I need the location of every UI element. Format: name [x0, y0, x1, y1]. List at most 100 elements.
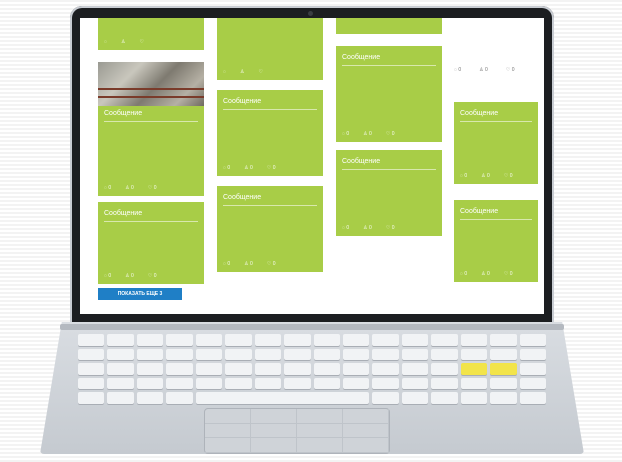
- key: [490, 392, 517, 404]
- comment-icon: ◌ 0: [104, 185, 112, 191]
- message-card[interactable]: ◌ ♙ ♡: [217, 18, 323, 80]
- key: [78, 377, 105, 390]
- key: [342, 348, 370, 361]
- heart-icon: ♡ 0: [503, 271, 513, 277]
- heart-icon: ♡ 0: [503, 173, 513, 179]
- key: [78, 348, 105, 361]
- key: [401, 392, 429, 404]
- key: [136, 334, 164, 346]
- card-icons: ◌ 0 ♙ 0 ♡ 0: [460, 271, 512, 277]
- heart-icon: ♡ 0: [266, 261, 276, 267]
- message-card[interactable]: Сообщение ◌ 0 ♙ 0 ♡ 0: [454, 102, 538, 184]
- comment-icon: ◌ 0: [342, 225, 350, 231]
- key: [431, 363, 458, 375]
- key: [431, 348, 458, 361]
- card-icons: ◌ ♙ ♡: [223, 69, 263, 75]
- heart-icon: ♡ 0: [266, 165, 276, 171]
- key: [431, 392, 458, 404]
- key: [431, 334, 458, 346]
- message-card[interactable]: Сообщение ◌ 0 ♙ 0 ♡ 0: [454, 200, 538, 282]
- heart-icon: ♡: [139, 39, 144, 45]
- message-card[interactable]: Сообщение ◌ 0 ♙ 0 ♡ 0: [217, 90, 323, 176]
- heart-icon: ♡ 0: [505, 67, 515, 73]
- message-card[interactable]: Сообщение ◌ 0 ♙ 0 ♡ 0: [336, 150, 442, 236]
- key: [195, 334, 223, 346]
- key: [254, 334, 282, 346]
- message-card[interactable]: [336, 18, 442, 34]
- laptop-hinge: [60, 324, 564, 330]
- like-icon: ♙ 0: [125, 185, 134, 191]
- camera-icon: [308, 11, 313, 16]
- key-highlighted: [490, 363, 517, 375]
- key: [166, 334, 193, 346]
- key: [313, 348, 340, 361]
- text-card[interactable]: ◌ 0 ♙ 0 ♡ 0: [454, 20, 538, 90]
- key: [460, 348, 488, 361]
- key: [519, 334, 546, 346]
- key: [372, 363, 399, 375]
- key: [490, 334, 517, 346]
- key: [342, 334, 370, 346]
- comment-icon: ◌ 0: [460, 173, 468, 179]
- card-icons: ◌ ♙ ♡: [104, 39, 144, 45]
- key: [78, 334, 105, 346]
- key: [166, 363, 193, 375]
- laptop-lid: ◌ ♙ ♡ Сообщение ◌ 0 ♙ 0 ♡ 0 Сообщение ◌ …: [70, 6, 554, 328]
- key: [431, 377, 458, 390]
- text-card-body: [454, 20, 538, 60]
- card-title: Сообщение: [342, 158, 381, 165]
- card-icons: ◌ 0 ♙ 0 ♡ 0: [223, 261, 275, 267]
- message-card[interactable]: Сообщение ◌ 0 ♙ 0 ♡ 0: [336, 46, 442, 142]
- card-photo: [98, 62, 204, 106]
- key: [107, 392, 134, 404]
- key: [166, 377, 193, 390]
- key: [284, 348, 311, 361]
- key: [254, 348, 282, 361]
- like-icon: ♙ 0: [363, 225, 372, 231]
- card-icons: ◌ 0 ♙ 0 ♡ 0: [460, 173, 512, 179]
- heart-icon: ♡ 0: [385, 225, 395, 231]
- keyboard: [78, 334, 546, 404]
- key: [284, 363, 311, 375]
- key: [225, 377, 252, 390]
- like-icon: ♙ 0: [363, 131, 372, 137]
- key: [107, 363, 134, 375]
- key: [313, 377, 340, 390]
- show-more-button[interactable]: ПОКАЗАТЬ ЕЩЕ 3: [98, 288, 182, 300]
- card-icons: ◌ 0 ♙ 0 ♡ 0: [223, 165, 275, 171]
- key: [195, 363, 223, 375]
- card-icons: ◌ 0 ♙ 0 ♡ 0: [104, 185, 156, 191]
- key: [519, 363, 546, 375]
- like-icon: ♙ 0: [244, 165, 253, 171]
- card-title: Сообщение: [223, 194, 262, 201]
- key: [107, 334, 134, 346]
- message-card[interactable]: Сообщение ◌ 0 ♙ 0 ♡ 0: [98, 62, 204, 196]
- comment-icon: ◌ 0: [342, 131, 350, 137]
- comment-icon: ◌ 0: [223, 261, 231, 267]
- touchpad: [204, 408, 390, 454]
- card-icons: ◌ 0 ♙ 0 ♡ 0: [104, 273, 156, 279]
- like-icon: ♙ 0: [481, 173, 490, 179]
- like-icon: ♙ 0: [479, 67, 488, 73]
- message-card[interactable]: ◌ ♙ ♡: [98, 18, 204, 50]
- key: [313, 363, 340, 375]
- comment-icon: ◌: [104, 39, 107, 45]
- like-icon: ♙: [239, 69, 245, 75]
- comment-icon: ◌: [223, 69, 226, 75]
- message-card[interactable]: Сообщение ◌ 0 ♙ 0 ♡ 0: [217, 186, 323, 272]
- key: [372, 392, 399, 404]
- comment-icon: ◌ 0: [104, 273, 112, 279]
- key: [284, 377, 311, 390]
- key: [460, 377, 488, 390]
- key: [490, 377, 517, 390]
- key: [342, 363, 370, 375]
- key: [401, 334, 429, 346]
- key: [136, 392, 164, 404]
- heart-icon: ♡ 0: [147, 185, 157, 191]
- comment-icon: ◌ 0: [454, 67, 462, 73]
- message-card[interactable]: Сообщение ◌ 0 ♙ 0 ♡ 0: [98, 202, 204, 284]
- key: [372, 334, 399, 346]
- like-icon: ♙ 0: [244, 261, 253, 267]
- key: [342, 377, 370, 390]
- key: [254, 363, 282, 375]
